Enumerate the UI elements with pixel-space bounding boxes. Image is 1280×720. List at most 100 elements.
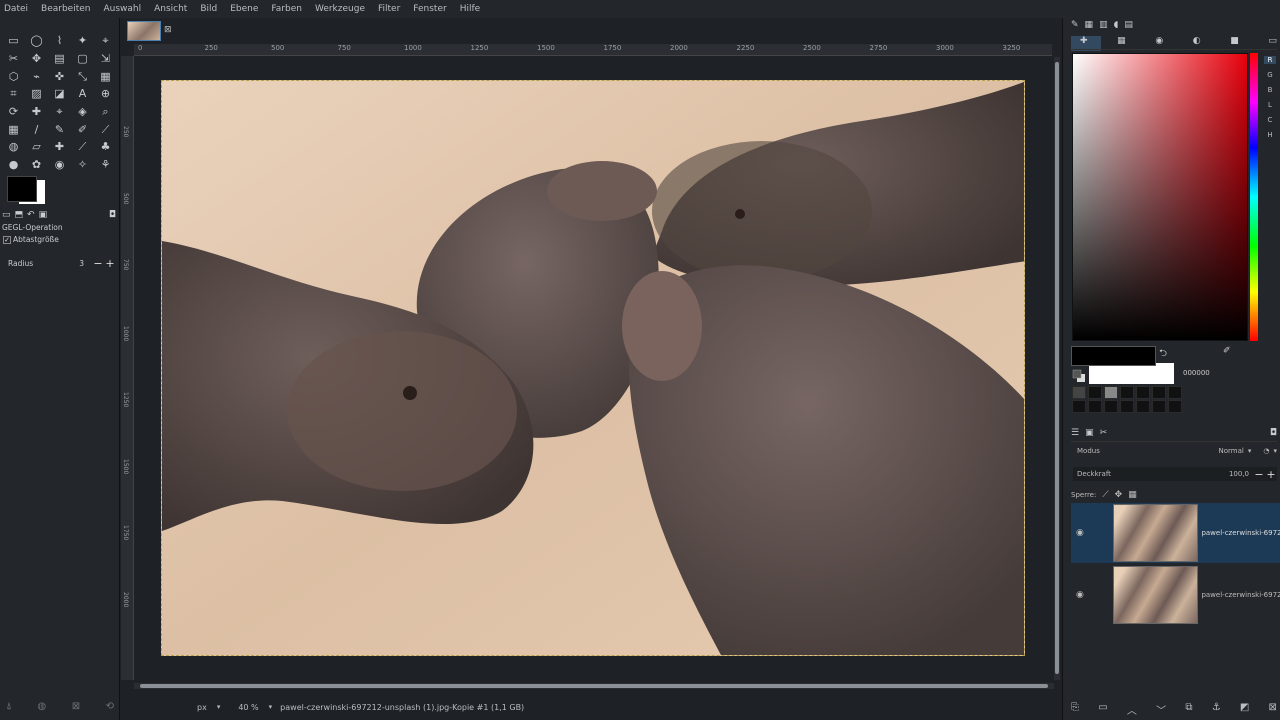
panel-menu-icon[interactable]: ▭ [1268, 36, 1277, 49]
tool-button[interactable]: ✚ [48, 138, 71, 156]
tool-button[interactable]: ⟋ [71, 138, 94, 156]
chevron-down-icon[interactable]: ▾ [217, 703, 221, 711]
lock-position-icon[interactable]: ✥ [1115, 490, 1123, 500]
tool-button[interactable]: ◪ [48, 85, 71, 103]
tool-button[interactable]: ▭ [2, 32, 25, 50]
zoom-select[interactable]: 40 % [238, 703, 258, 712]
brush-icon[interactable]: ✎ [1071, 20, 1079, 34]
history-swatch[interactable] [1120, 386, 1134, 399]
chevron-down-icon[interactable]: ▾ [269, 703, 273, 711]
channel-g[interactable]: G [1267, 71, 1272, 79]
new-layer-icon[interactable]: ⎘ [1071, 702, 1079, 716]
tool-button[interactable]: ✚ [25, 103, 48, 121]
channel-b[interactable]: B [1268, 86, 1273, 94]
panel-menu-icon[interactable]: ◘ [1270, 428, 1277, 441]
tool-button[interactable]: ⤡ [71, 67, 94, 85]
paths-icon[interactable]: ✂ [1100, 428, 1108, 441]
channel-c[interactable]: C [1268, 116, 1273, 124]
canvas-area[interactable] [134, 57, 1052, 680]
layers-icon[interactable]: ☰ [1071, 428, 1079, 441]
unit-select[interactable]: px [197, 703, 207, 712]
tool-button[interactable]: ◯ [25, 32, 48, 50]
tool-button[interactable]: ▤ [48, 50, 71, 68]
channel-h[interactable]: H [1267, 131, 1272, 139]
tool-button[interactable]: ⌁ [25, 67, 48, 85]
tool-button[interactable]: ✦ [71, 32, 94, 50]
tool-button[interactable]: ✎ [48, 120, 71, 138]
plus-icon[interactable]: + [104, 257, 116, 270]
fg-bg-colors[interactable] [7, 176, 47, 206]
tool-button[interactable]: ✥ [25, 50, 48, 68]
tool-button[interactable]: A [71, 85, 94, 103]
close-icon[interactable]: ⊠ [164, 25, 172, 35]
tool-button[interactable]: / [25, 120, 48, 138]
tool-button[interactable]: ⊕ [94, 85, 117, 103]
color-picker-icon[interactable]: ✐ [1223, 346, 1231, 356]
duplicate-layer-icon[interactable]: ⧉ [1185, 702, 1192, 716]
radius-value[interactable]: 3 [79, 259, 84, 268]
image-canvas[interactable] [161, 80, 1025, 656]
horizontal-ruler[interactable]: 0 250 500 750 1000 1250 1500 1750 2000 2250 2500 27… [134, 44, 1052, 56]
scales-icon[interactable]: ■ [1230, 36, 1239, 49]
tool-button[interactable]: ✿ [25, 156, 48, 174]
swap-colors-icon[interactable]: ⮌ [1159, 346, 1167, 363]
composite-mode-icon[interactable]: ◔ [1263, 447, 1269, 455]
opacity-slider[interactable]: Deckkraft 100,0 − + [1073, 467, 1277, 481]
reset-icon[interactable]: ⟲ [106, 701, 114, 715]
tool-button[interactable]: ▨ [25, 85, 48, 103]
vertical-scrollbar-thumb[interactable] [1055, 62, 1059, 674]
menu-ebene[interactable]: Ebene [230, 4, 258, 14]
eye-icon[interactable]: ◉ [1073, 528, 1087, 538]
images-icon[interactable]: ▣ [39, 210, 48, 220]
tool-button[interactable]: ● [2, 156, 25, 174]
tool-button[interactable]: ◍ [2, 138, 25, 156]
lock-pixels-icon[interactable]: ⟋ [1102, 490, 1108, 500]
menu-bearbeiten[interactable]: Bearbeiten [41, 4, 90, 14]
sample-merged-row[interactable]: ✓ Abtastgröße [3, 235, 59, 244]
history-swatch[interactable] [1136, 386, 1150, 399]
tool-button[interactable]: ⌖ [48, 103, 71, 121]
restore-preset-icon[interactable]: ◍ [37, 701, 46, 715]
chevron-down-icon[interactable]: ▾ [1273, 447, 1277, 455]
tool-button[interactable]: ▱ [25, 138, 48, 156]
pattern-icon[interactable]: ▦ [1085, 20, 1094, 34]
hex-value[interactable]: 000000 [1183, 369, 1210, 377]
menu-werkzeuge[interactable]: Werkzeuge [315, 4, 365, 14]
channel-l[interactable]: L [1268, 101, 1272, 109]
tool-button[interactable]: ✜ [48, 67, 71, 85]
opacity-value[interactable]: 100,0 [1229, 470, 1249, 478]
history-swatch[interactable] [1072, 386, 1086, 399]
tool-button[interactable]: ◉ [48, 156, 71, 174]
tool-button[interactable]: ⬡ [2, 67, 25, 85]
gradient-icon[interactable]: ▥ [1099, 20, 1108, 34]
tool-button[interactable]: ⟋ [94, 120, 117, 138]
tool-button[interactable]: ♣ [94, 138, 117, 156]
tool-button[interactable]: ⌖ [94, 32, 117, 50]
tool-button[interactable]: ▦ [94, 67, 117, 85]
color-field[interactable] [1072, 53, 1248, 341]
vertical-ruler[interactable]: 250 500 750 1000 1250 1500 1750 2000 [121, 56, 134, 680]
font-icon[interactable]: ◖ [1114, 20, 1119, 34]
layer-name[interactable]: pawel-czerwinski-6972 [1201, 591, 1280, 599]
radius-field[interactable]: Radius 3 − + [8, 256, 116, 270]
document-icon[interactable]: ▤ [1124, 20, 1133, 34]
tool-button[interactable]: ✐ [71, 120, 94, 138]
watercolor-icon[interactable]: ◉ [1155, 36, 1163, 49]
menu-filter[interactable]: Filter [378, 4, 400, 14]
tool-button[interactable]: ⚘ [94, 156, 117, 174]
cmyk-icon[interactable]: ▦ [1117, 36, 1126, 49]
tool-button[interactable]: ⟳ [2, 103, 25, 121]
layer-name[interactable]: pawel-czerwinski-6972 [1201, 529, 1280, 537]
minus-icon[interactable]: − [1253, 468, 1265, 481]
tool-button[interactable]: ✂ [2, 50, 25, 68]
default-colors-icon[interactable] [1072, 369, 1086, 383]
menu-hilfe[interactable]: Hilfe [460, 4, 480, 14]
history-swatch[interactable] [1168, 400, 1182, 413]
gimp-selector-icon[interactable]: ✚ [1080, 36, 1088, 49]
image-tab-thumbnail[interactable] [127, 21, 161, 41]
foreground-color-big[interactable] [1071, 346, 1156, 366]
delete-layer-icon[interactable]: ⊠ [1269, 702, 1277, 716]
channel-r[interactable]: R [1264, 56, 1276, 64]
panel-menu-icon[interactable]: ◘ [109, 210, 116, 220]
channels-icon[interactable]: ▣ [1085, 428, 1094, 441]
